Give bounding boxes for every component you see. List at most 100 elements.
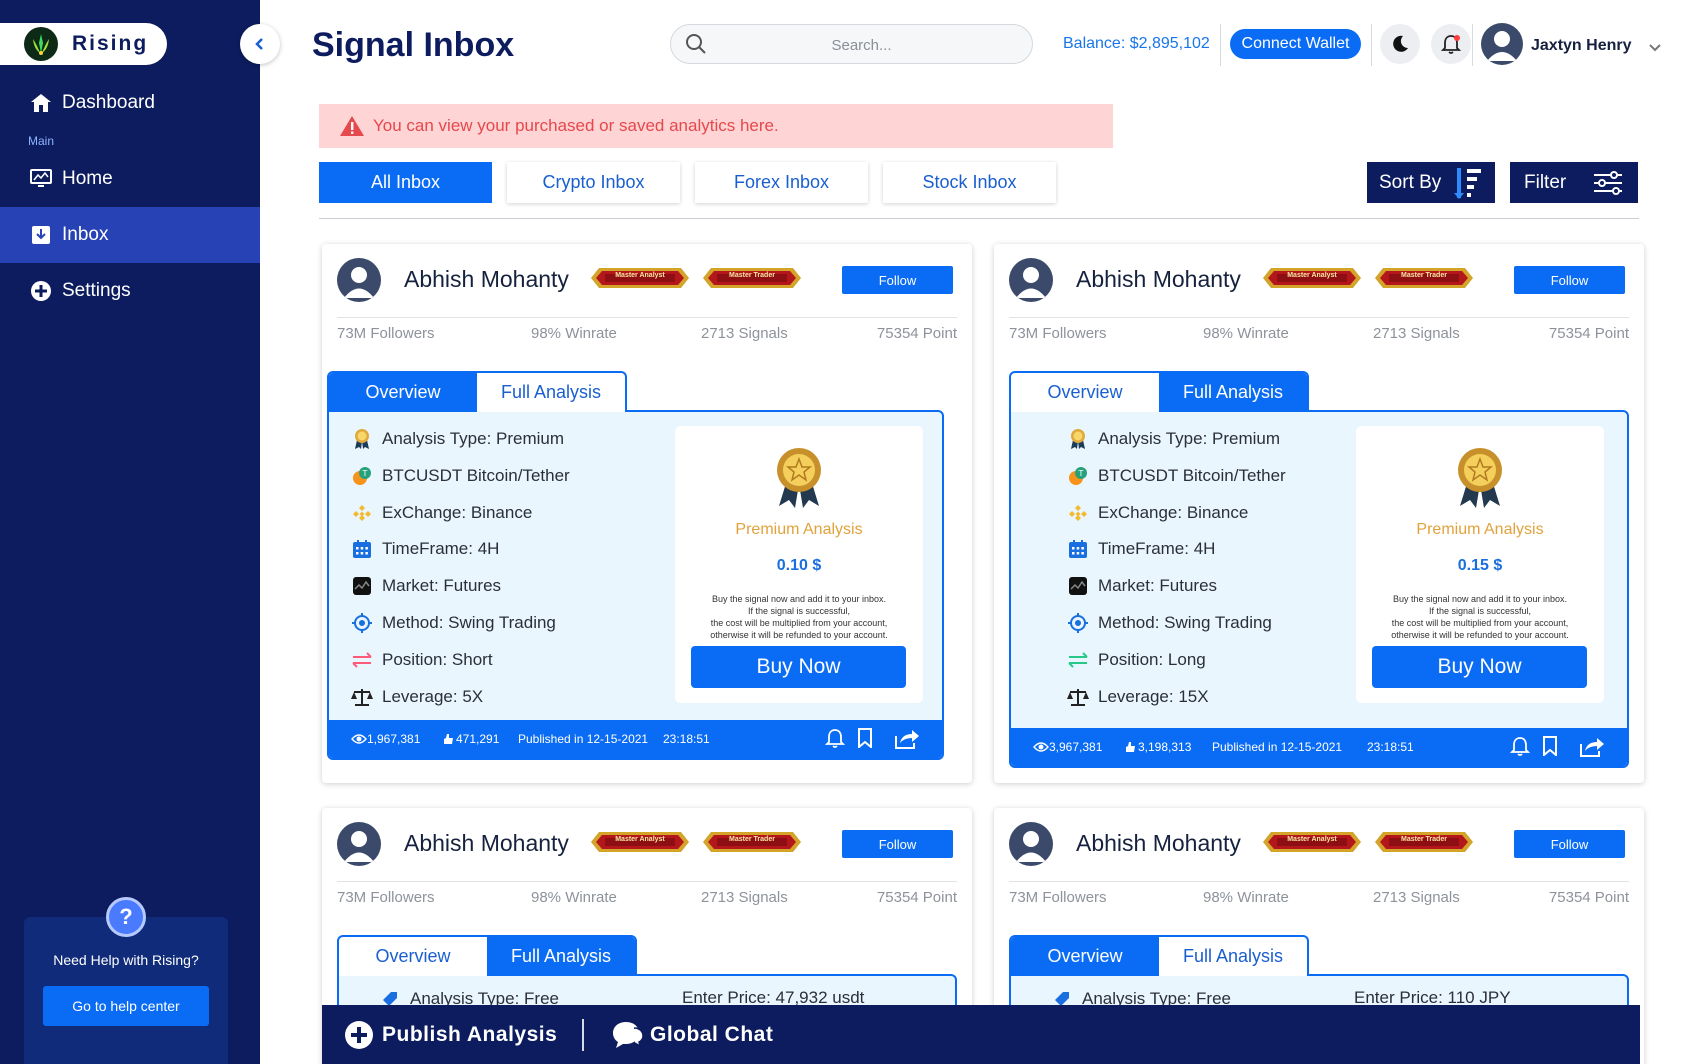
analyst-avatar[interactable] — [337, 822, 381, 866]
plus-circle-icon — [30, 280, 52, 302]
price: 0.10 $ — [776, 557, 822, 574]
master-trader-badge: Master Trader — [703, 828, 801, 856]
tab-overview[interactable]: Overview — [1011, 373, 1159, 412]
analyst-avatar[interactable] — [1009, 258, 1053, 302]
user-icon — [1016, 267, 1046, 298]
tab-stock-inbox[interactable]: Stock Inbox — [883, 162, 1056, 203]
detail-text: TimeFrame: 4H — [1098, 539, 1216, 558]
signal-card: Abhish Mohanty Master Analyst Master Trade… — [994, 244, 1644, 783]
card-footer: 3,967,381 3,198,313 Published in 12-15-202… — [1011, 728, 1627, 766]
analyst-name[interactable]: Abhish Mohanty — [1076, 830, 1241, 857]
description-line: otherwise it will be refunded to your ac… — [710, 630, 888, 640]
divider — [1472, 24, 1473, 66]
buy-now-button[interactable]: Buy Now — [691, 646, 906, 688]
tab-full-analysis[interactable]: Full Analysis — [487, 937, 635, 976]
winrate: 98% Winrate — [1203, 889, 1289, 906]
connect-wallet-button[interactable]: Connect Wallet — [1230, 29, 1361, 59]
search-input[interactable]: Search... — [670, 24, 1033, 64]
sidebar-item-settings[interactable]: Settings — [0, 263, 260, 319]
divider — [1371, 24, 1372, 66]
analysis-detail: Market: Futures — [1067, 575, 1217, 597]
master-analyst-badge: Master Analyst — [1263, 264, 1361, 292]
followers-count: 73M Followers — [337, 889, 435, 906]
tab-full-analysis[interactable]: Full Analysis — [1159, 937, 1307, 976]
divider — [1009, 881, 1629, 882]
sidebar-item-label: Dashboard — [62, 92, 155, 113]
detail-text: Market: Futures — [1098, 576, 1218, 595]
global-chat-button[interactable]: Global Chat — [612, 1020, 773, 1050]
brand-logo[interactable]: Rising — [0, 23, 167, 65]
analysis-panel: Analysis Type: Premium T BTCUSDT Bitcoin/T… — [1009, 410, 1629, 768]
tab-full-analysis[interactable]: Full Analysis — [1159, 373, 1307, 412]
sidebar-item-home[interactable]: Home — [0, 151, 260, 207]
points: 75354 Point — [1548, 325, 1629, 342]
description-line: otherwise it will be refunded to your ac… — [1391, 630, 1569, 640]
points: 75354 Point — [876, 889, 957, 906]
published-time: 23:18:51 — [663, 732, 710, 746]
badge-label: Master Trader — [1401, 272, 1447, 279]
tab-overview[interactable]: Overview — [1011, 937, 1159, 976]
detail-text: ExChange: Binance — [382, 503, 533, 522]
master-analyst-badge: Master Analyst — [591, 264, 689, 292]
share-icon[interactable] — [894, 728, 920, 753]
sidebar-item-label: Inbox — [62, 224, 109, 245]
sidebar-item-inbox[interactable]: Inbox — [0, 207, 260, 263]
balance-display: Balance: $2,895,102 — [1063, 35, 1210, 52]
signals-count: 2713 Signals — [701, 325, 788, 342]
bookmark-icon[interactable] — [857, 728, 873, 751]
analysis-detail: T BTCUSDT Bitcoin/Tether — [351, 465, 570, 487]
divider — [1009, 317, 1629, 318]
tab-crypto-inbox[interactable]: Crypto Inbox — [507, 162, 680, 203]
sidebar-item-dashboard[interactable]: Dashboard — [0, 75, 260, 131]
analyst-name[interactable]: Abhish Mohanty — [404, 830, 569, 857]
sort-by-label: Sort By — [1379, 171, 1442, 193]
tab-overview[interactable]: Overview — [329, 373, 477, 412]
analyst-avatar[interactable] — [1009, 822, 1053, 866]
user-name[interactable]: Jaxtyn Henry — [1531, 37, 1632, 55]
analyst-name[interactable]: Abhish Mohanty — [404, 266, 569, 293]
followers-count: 73M Followers — [1009, 889, 1107, 906]
description-line: Buy the signal now and add it to your in… — [711, 594, 887, 604]
bookmark-icon[interactable] — [1542, 736, 1558, 759]
follow-button[interactable]: Follow — [842, 830, 953, 858]
sidebar-collapse-button[interactable] — [240, 24, 280, 64]
target-icon — [1067, 612, 1089, 634]
detail-text: Market: Futures — [382, 576, 502, 595]
tab-full-analysis[interactable]: Full Analysis — [477, 373, 625, 412]
tab-forex-inbox[interactable]: Forex Inbox — [695, 162, 868, 203]
analysis-detail: Analysis Type: Premium — [351, 428, 564, 450]
analysis-detail: Analysis Type: Premium — [1067, 428, 1280, 450]
analysis-tabs: Overview Full Analysis — [337, 935, 637, 976]
detail-text: Method: Swing Trading — [382, 613, 556, 632]
chevron-down-icon[interactable] — [1648, 40, 1662, 58]
badge-label: Master Analyst — [1287, 836, 1337, 843]
filter-button[interactable]: Filter — [1510, 162, 1638, 203]
user-avatar[interactable] — [1481, 23, 1523, 65]
badge-label: Master Analyst — [615, 272, 665, 279]
description-line: If the signal is successful, — [1428, 606, 1532, 616]
share-icon[interactable] — [1579, 736, 1605, 761]
description-line: If the signal is successful, — [747, 606, 851, 616]
tab-all-inbox[interactable]: All Inbox — [319, 162, 492, 203]
analyst-name[interactable]: Abhish Mohanty — [1076, 266, 1241, 293]
sidebar-section-label: Main — [28, 134, 55, 148]
follow-button[interactable]: Follow — [1514, 266, 1625, 294]
sidebar-item-label: Home — [62, 168, 113, 189]
plus-circle-icon — [345, 1021, 373, 1049]
follow-button[interactable]: Follow — [1514, 830, 1625, 858]
tab-overview[interactable]: Overview — [339, 937, 487, 976]
position-long-icon — [1067, 649, 1089, 671]
buy-description: Buy the signal now and add it to your in… — [1366, 593, 1594, 641]
follow-button[interactable]: Follow — [842, 266, 953, 294]
publish-analysis-button[interactable]: Publish Analysis — [344, 1020, 557, 1050]
help-center-button[interactable]: Go to help center — [43, 986, 209, 1026]
bell-icon[interactable] — [1509, 736, 1531, 761]
notifications-button[interactable] — [1431, 24, 1471, 64]
sort-by-button[interactable]: Sort By — [1367, 162, 1495, 203]
analyst-avatar[interactable] — [337, 258, 381, 302]
buy-now-button[interactable]: Buy Now — [1372, 646, 1587, 688]
question-icon: ? — [106, 897, 146, 937]
dark-mode-toggle[interactable] — [1380, 24, 1420, 64]
followers-count: 73M Followers — [337, 325, 435, 342]
bell-icon[interactable] — [824, 728, 846, 753]
